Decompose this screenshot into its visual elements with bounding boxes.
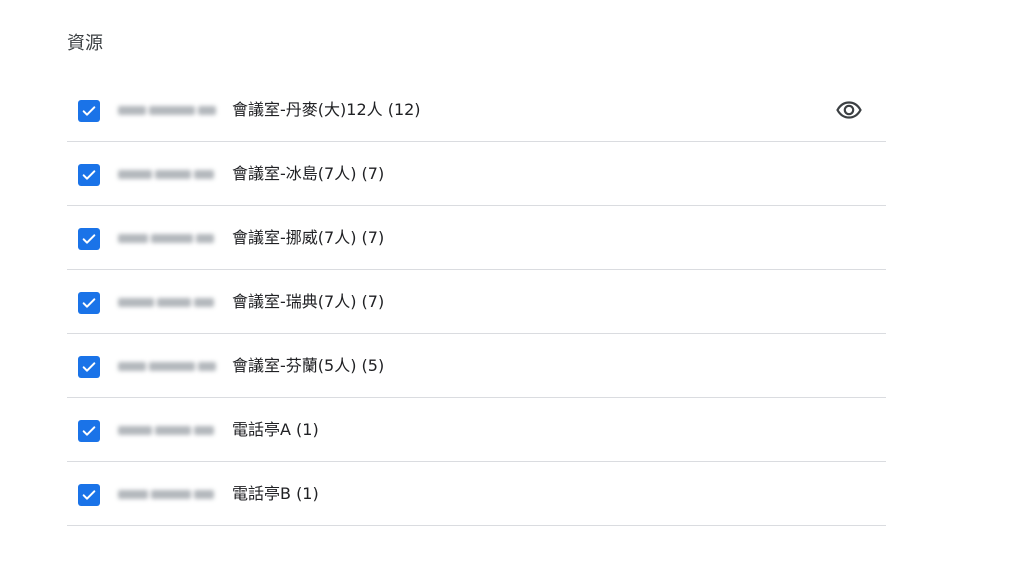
redacted-prefix [118,483,231,505]
section-title: 資源 [67,33,103,54]
resource-checkbox[interactable] [78,484,100,506]
check-icon [82,106,96,116]
resource-label: 會議室-瑞典(7人) (7) [232,292,385,311]
resource-checkbox[interactable] [78,164,100,186]
resource-checkbox[interactable] [78,292,100,314]
resource-checkbox[interactable] [78,356,100,378]
resource-row[interactable]: 會議室-芬蘭(5人) (5) [67,334,886,398]
check-icon [82,426,96,436]
check-icon [82,490,96,500]
resource-row[interactable]: 會議室-丹麥(大)12人 (12) [67,78,886,142]
resource-row[interactable]: 會議室-挪威(7人) (7) [67,206,886,270]
resource-checkbox[interactable] [78,228,100,250]
resource-label: 會議室-丹麥(大)12人 (12) [232,100,421,119]
resource-checkbox[interactable] [78,100,100,122]
redacted-prefix [118,355,231,377]
resource-list: 會議室-丹麥(大)12人 (12) 會議室-冰島(7人) (7) 會議室-挪威(… [67,78,886,526]
redacted-prefix [118,419,231,441]
check-icon [82,170,96,180]
redacted-prefix [118,291,231,313]
resource-checkbox[interactable] [78,420,100,442]
eye-icon[interactable] [836,98,862,122]
resource-row[interactable]: 電話亭B (1) [67,462,886,526]
check-icon [82,362,96,372]
redacted-prefix [118,227,231,249]
resource-row[interactable]: 會議室-冰島(7人) (7) [67,142,886,206]
resource-label: 會議室-冰島(7人) (7) [232,164,385,183]
check-icon [82,298,96,308]
resource-label: 會議室-挪威(7人) (7) [232,228,385,247]
redacted-prefix [118,163,231,185]
redacted-prefix [118,99,231,121]
resource-row[interactable]: 電話亭A (1) [67,398,886,462]
resource-label: 電話亭B (1) [232,484,319,503]
resource-label: 會議室-芬蘭(5人) (5) [232,356,385,375]
resource-label: 電話亭A (1) [232,420,319,439]
resource-row[interactable]: 會議室-瑞典(7人) (7) [67,270,886,334]
check-icon [82,234,96,244]
resources-panel: 資源 會議室-丹麥(大)12人 (12) 會議室-冰島(7人) (7) 會議室-… [0,0,1024,565]
